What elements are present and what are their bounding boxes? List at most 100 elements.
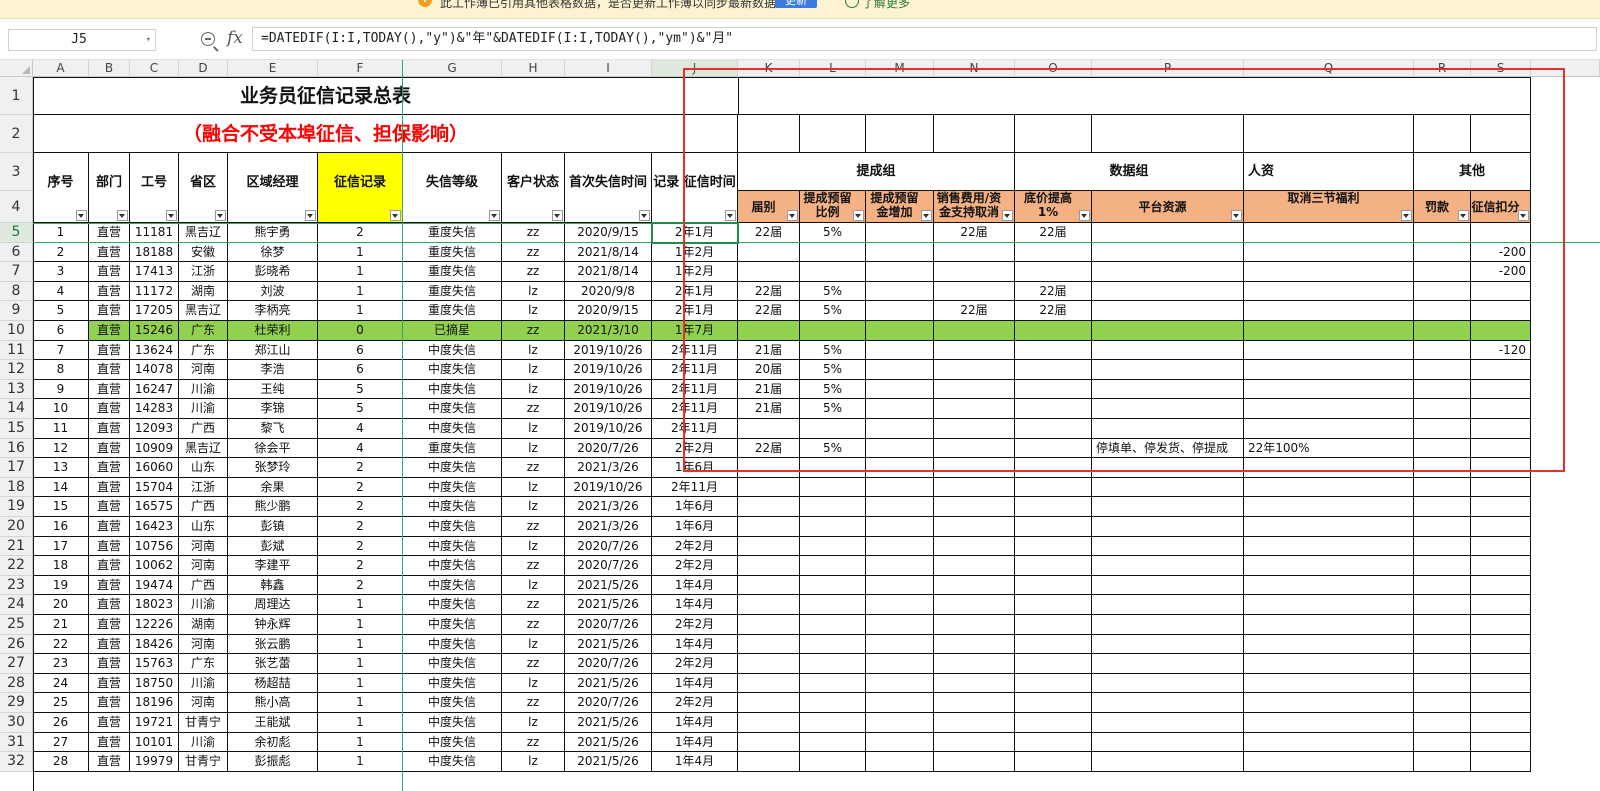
cell-d10[interactable]: 广东 (179, 321, 228, 341)
cell-i5[interactable]: 2020/9/15 (565, 223, 652, 243)
cell-m23[interactable] (866, 575, 934, 596)
function-icon[interactable]: fx (227, 28, 243, 48)
filter-dropdown-icon[interactable] (853, 210, 864, 221)
cell-q15[interactable] (1244, 419, 1414, 439)
header-f[interactable]: 征信记录 (318, 153, 403, 223)
row-header-20[interactable]: 20 (0, 517, 33, 537)
cell-q11[interactable] (1244, 340, 1414, 361)
chevron-down-icon[interactable]: ▾ (146, 30, 151, 50)
cell-f8[interactable]: 1 (318, 281, 403, 302)
cell-g21[interactable]: 中度失信 (403, 536, 502, 557)
cell-h19[interactable]: lz (502, 497, 565, 517)
cell-h14[interactable]: zz (502, 399, 565, 419)
cell-a32[interactable]: 28 (33, 752, 89, 772)
header-g[interactable]: 失信等级 (403, 153, 502, 223)
cell-r28[interactable] (1414, 673, 1471, 694)
cell-f11[interactable]: 6 (318, 340, 403, 361)
cell-k7[interactable] (738, 262, 800, 282)
cell-n5[interactable]: 22届 (934, 223, 1015, 243)
cell-g27[interactable]: 中度失信 (403, 654, 502, 674)
row-header-4[interactable]: 4 (0, 191, 33, 223)
row-header-27[interactable]: 27 (0, 654, 33, 674)
cell-j18[interactable]: 2年11月 (652, 477, 738, 498)
cell-r8[interactable] (1414, 281, 1471, 302)
cell-d29[interactable]: 河南 (179, 693, 228, 713)
cell-i11[interactable]: 2019/10/26 (565, 340, 652, 361)
filter-dropdown-icon[interactable] (390, 210, 401, 221)
cell-d6[interactable]: 安徽 (179, 242, 228, 263)
cell-h5[interactable]: zz (502, 223, 565, 243)
cell-k21[interactable] (738, 536, 800, 557)
cell-f14[interactable]: 5 (318, 399, 403, 419)
cell-a10[interactable]: 6 (33, 321, 89, 341)
cell-h13[interactable]: lz (502, 379, 565, 400)
cell-j12[interactable]: 2年11月 (652, 360, 738, 380)
filter-dropdown-icon[interactable] (921, 210, 932, 221)
filter-dropdown-icon[interactable] (1458, 210, 1469, 221)
cell-b12[interactable]: 直营 (89, 360, 130, 380)
cell-r23[interactable] (1414, 575, 1471, 596)
cell-b23[interactable]: 直营 (89, 575, 130, 596)
cell-m21[interactable] (866, 536, 934, 557)
cell-c10[interactable]: 15246 (130, 321, 179, 341)
cell-j10[interactable]: 1年7月 (652, 321, 738, 341)
cell-b30[interactable]: 直营 (89, 713, 130, 733)
cell-b18[interactable]: 直营 (89, 477, 130, 498)
cell-s28[interactable] (1471, 673, 1531, 694)
cell-q12[interactable] (1244, 360, 1414, 380)
cell-a29[interactable]: 25 (33, 693, 89, 713)
cell-e12[interactable]: 李浩 (228, 360, 318, 380)
cell-l5[interactable]: 5% (800, 223, 866, 243)
select-all-corner[interactable] (0, 60, 33, 77)
row-header-2[interactable]: 2 (0, 115, 33, 153)
cell-n10[interactable] (934, 321, 1015, 341)
cell-i12[interactable]: 2019/10/26 (565, 360, 652, 380)
cell-n7[interactable] (934, 262, 1015, 282)
cell-a8[interactable]: 4 (33, 281, 89, 302)
cell-m20[interactable] (866, 517, 934, 537)
cell-s8[interactable] (1471, 281, 1531, 302)
row-header-23[interactable]: 23 (0, 575, 33, 596)
cell-h11[interactable]: lz (502, 340, 565, 361)
cell-b26[interactable]: 直营 (89, 634, 130, 655)
cell-e24[interactable]: 周理达 (228, 595, 318, 615)
cell-a26[interactable]: 22 (33, 634, 89, 655)
cell-n11[interactable] (934, 340, 1015, 361)
filter-dropdown-icon[interactable] (787, 210, 798, 221)
cell-m12[interactable] (866, 360, 934, 380)
cell-m8[interactable] (866, 281, 934, 302)
cell-c9[interactable]: 17205 (130, 301, 179, 321)
cell-m26[interactable] (866, 634, 934, 655)
cell-o14[interactable] (1015, 399, 1092, 419)
filter-dropdown-icon[interactable] (1079, 210, 1090, 221)
cell-k28[interactable] (738, 673, 800, 694)
cell-m10[interactable] (866, 321, 934, 341)
cell-n19[interactable] (934, 497, 1015, 517)
column-header-p[interactable]: P (1092, 60, 1244, 77)
cell-o5[interactable]: 22届 (1015, 223, 1092, 243)
cell-f30[interactable]: 1 (318, 713, 403, 733)
cell-o32[interactable] (1015, 752, 1092, 772)
cell-h20[interactable]: zz (502, 517, 565, 537)
cell-e17[interactable]: 张梦玲 (228, 458, 318, 478)
cell-o17[interactable] (1015, 458, 1092, 478)
cell-n26[interactable] (934, 634, 1015, 655)
cell-c18[interactable]: 15704 (130, 477, 179, 498)
cell-a9[interactable]: 5 (33, 301, 89, 321)
cell-k31[interactable] (738, 732, 800, 753)
cell-n15[interactable] (934, 419, 1015, 439)
cell-k20[interactable] (738, 517, 800, 537)
cell-o8[interactable]: 22届 (1015, 281, 1092, 302)
cell-d28[interactable]: 川渝 (179, 673, 228, 694)
cell-c15[interactable]: 12093 (130, 419, 179, 439)
filter-dropdown-icon[interactable] (117, 210, 128, 221)
cell-p20[interactable] (1092, 517, 1244, 537)
cell-o20[interactable] (1015, 517, 1092, 537)
cell-g5[interactable]: 重度失信 (403, 223, 502, 243)
cell-p23[interactable] (1092, 575, 1244, 596)
cell-k22[interactable] (738, 556, 800, 576)
cell-q21[interactable] (1244, 536, 1414, 557)
cell-r20[interactable] (1414, 517, 1471, 537)
cell-p5[interactable] (1092, 223, 1244, 243)
cell-o15[interactable] (1015, 419, 1092, 439)
